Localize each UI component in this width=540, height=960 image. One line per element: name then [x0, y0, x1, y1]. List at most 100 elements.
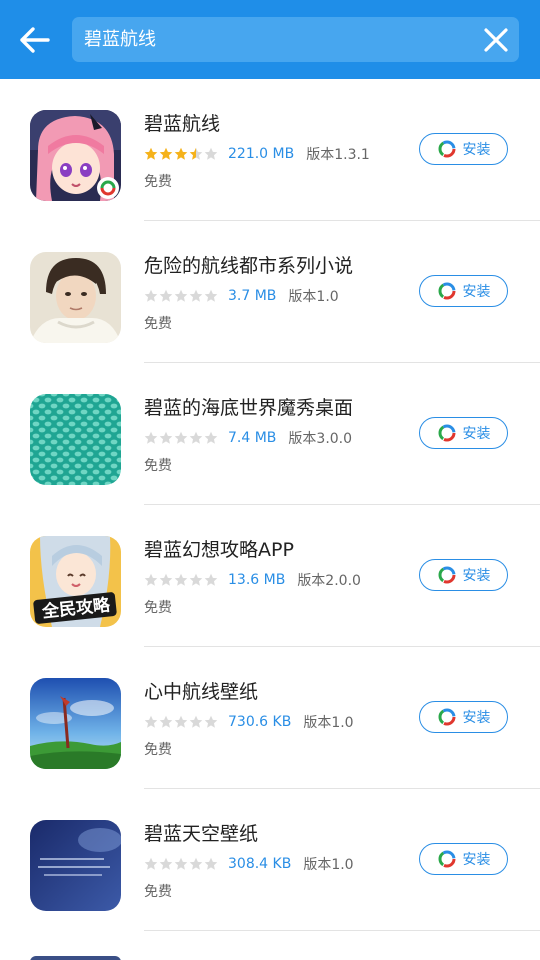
app-size: 308.4 KB	[228, 856, 292, 872]
rating-stars	[144, 147, 219, 161]
install-label: 安装	[462, 284, 491, 300]
app-price: 免费	[144, 742, 172, 758]
divider	[144, 930, 540, 931]
app-price: 免费	[144, 316, 172, 332]
install-button[interactable]: 安装	[419, 275, 508, 307]
result-item[interactable]: 碧蓝航线 221.0 MB 版本1.3.1 免费 安装	[0, 79, 540, 221]
app-meta: 221.0 MB 版本1.3.1	[144, 143, 370, 165]
store-logo-icon	[438, 566, 455, 584]
app-name: 碧蓝天空壁纸	[144, 823, 259, 845]
app-size: 13.6 MB	[228, 572, 286, 588]
app-version: 版本1.3.1	[306, 147, 370, 163]
star-empty-icon	[159, 573, 173, 586]
app-meta: 3.7 MB 版本1.0	[144, 285, 339, 307]
star-empty-icon	[204, 289, 218, 302]
app-version: 版本2.0.0	[297, 573, 361, 589]
teal-pattern-icon	[30, 394, 121, 485]
install-button[interactable]: 安装	[419, 559, 508, 591]
star-empty-icon	[189, 715, 203, 728]
app-version: 版本1.0	[288, 289, 339, 305]
star-filled-icon	[159, 147, 173, 160]
star-empty-icon	[204, 857, 218, 870]
star-empty-icon	[144, 715, 158, 728]
result-item[interactable]: 危险的航线都市系列小说 3.7 MB 版本1.0 免费 安装	[0, 221, 540, 363]
app-name: 碧蓝的海底世界魔秀桌面	[144, 397, 354, 419]
app-meta: 730.6 KB 版本1.0	[144, 711, 354, 733]
install-label: 安装	[462, 142, 491, 158]
star-filled-icon	[144, 147, 158, 160]
star-empty-icon	[159, 857, 173, 870]
star-empty-icon	[204, 573, 218, 586]
anime-character-guide-icon: 全民攻略	[30, 536, 121, 627]
result-item[interactable]: 碧蓝天空壁纸 308.4 KB 版本1.0 免费 安装	[0, 789, 540, 931]
night-sky-text-icon	[30, 820, 121, 911]
star-empty-icon	[174, 857, 188, 870]
install-label: 安装	[462, 568, 491, 584]
star-empty-icon	[159, 715, 173, 728]
install-button[interactable]: 安装	[419, 417, 508, 449]
anime-girl-pink-hair-icon	[30, 110, 121, 201]
star-empty-icon	[159, 289, 173, 302]
clear-search-button[interactable]	[481, 25, 511, 55]
store-logo-icon	[438, 424, 455, 442]
star-empty-icon	[204, 147, 218, 160]
star-empty-icon	[204, 715, 218, 728]
star-empty-icon	[189, 573, 203, 586]
close-icon	[484, 28, 508, 52]
rating-stars	[144, 289, 219, 303]
app-size: 3.7 MB	[228, 288, 277, 304]
app-price: 免费	[144, 458, 172, 474]
star-empty-icon	[174, 431, 188, 444]
arrow-left-icon	[20, 27, 50, 53]
app-name: 碧蓝航线	[144, 113, 221, 135]
back-button[interactable]	[14, 20, 58, 60]
rating-stars	[144, 431, 219, 445]
star-empty-icon	[174, 289, 188, 302]
app-name: 危险的航线都市系列小说	[144, 255, 354, 277]
rating-stars	[144, 715, 219, 729]
app-price: 免费	[144, 884, 172, 900]
install-button[interactable]: 安装	[419, 133, 508, 165]
search-input[interactable]: 碧蓝航线	[84, 27, 156, 53]
app-size: 221.0 MB	[228, 146, 295, 162]
app-meta: 7.4 MB 版本3.0.0	[144, 427, 352, 449]
star-empty-icon	[189, 857, 203, 870]
result-item[interactable]: 心中航线壁纸 730.6 KB 版本1.0 免费 安装	[0, 647, 540, 789]
star-half-icon	[189, 147, 203, 160]
app-price: 免费	[144, 174, 172, 190]
store-logo-icon	[438, 282, 455, 300]
star-empty-icon	[174, 715, 188, 728]
star-empty-icon	[144, 573, 158, 586]
star-empty-icon	[144, 857, 158, 870]
search-results-list[interactable]: 碧蓝航线 221.0 MB 版本1.3.1 免费 安装 危险的航线都市系列小说 …	[0, 79, 540, 960]
app-meta: 13.6 MB 版本2.0.0	[144, 569, 361, 591]
store-logo-icon	[438, 708, 455, 726]
app-version: 版本1.0	[303, 715, 354, 731]
install-label: 安装	[462, 710, 491, 726]
app-name: 碧蓝幻想攻略APP	[144, 539, 294, 561]
result-item[interactable]: 碧蓝的海底世界魔秀桌面 7.4 MB 版本3.0.0 免费 安装	[0, 363, 540, 505]
app-header: 碧蓝航线	[0, 0, 540, 79]
star-empty-icon	[189, 289, 203, 302]
star-empty-icon	[204, 431, 218, 444]
search-box[interactable]: 碧蓝航线	[72, 17, 519, 62]
star-empty-icon	[144, 431, 158, 444]
install-label: 安装	[462, 852, 491, 868]
app-version: 版本1.0	[303, 857, 354, 873]
install-button[interactable]: 安装	[419, 701, 508, 733]
next-item-preview	[30, 956, 121, 960]
result-item[interactable]: 全民攻略 碧蓝幻想攻略APP 13.6 MB 版本2.0.0 免费 安装	[0, 505, 540, 647]
rating-stars	[144, 573, 219, 587]
app-version: 版本3.0.0	[288, 431, 353, 447]
install-label: 安装	[462, 426, 491, 442]
app-price: 免费	[144, 600, 172, 616]
app-size: 7.4 MB	[228, 430, 277, 446]
star-empty-icon	[189, 431, 203, 444]
app-size: 730.6 KB	[228, 714, 292, 730]
man-portrait-icon	[30, 252, 121, 343]
install-button[interactable]: 安装	[419, 843, 508, 875]
star-empty-icon	[144, 289, 158, 302]
sky-grass-wallpaper-icon	[30, 678, 121, 769]
app-name: 心中航线壁纸	[144, 681, 259, 703]
store-logo-icon	[438, 140, 455, 158]
